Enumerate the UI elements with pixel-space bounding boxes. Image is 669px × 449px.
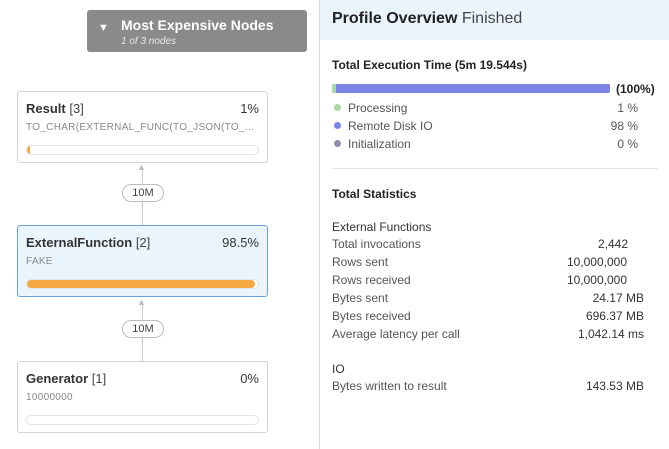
stat-label: Bytes sent [332,291,389,305]
statistics-group-title: IO [332,362,345,376]
legend-dot-icon [334,104,341,111]
node-percent: 1% [240,101,259,116]
legend-label: Initialization [348,137,411,151]
execution-time-title: Total Execution Time (5m 19.544s) [332,58,527,72]
stat-row: Bytes received 696.37 MB [332,309,658,325]
node-index: [2] [135,235,151,250]
most-expensive-nodes-button[interactable]: ▼ Most Expensive Nodes 1 of 3 nodes [87,10,307,52]
stat-row: Total invocations 2,442 [332,237,658,253]
legend-label: Remote Disk IO [348,119,433,133]
query-graph-pane[interactable]: ▼ Most Expensive Nodes 1 of 3 nodes Resu… [0,0,319,449]
statistics-group-title: External Functions [332,220,432,234]
stat-value: 10,000,000 [566,255,627,269]
stat-row: Average latency per call 1,042.14 ms [332,327,658,343]
stat-label: Average latency per call [332,327,460,341]
chevron-down-icon: ▼ [98,22,109,34]
legend-dot-icon [334,122,341,129]
section-divider [332,168,658,169]
stat-value: 24.17 MB [592,291,644,305]
stat-label: Rows received [332,273,411,287]
execution-total-percent: (100%) [616,82,655,96]
node-detail: FAKE [26,256,53,267]
legend-dot-icon [334,140,341,147]
legend-value: 98 % [610,119,638,133]
node-index: [1] [91,371,107,386]
node-progress-bar [26,279,259,289]
remote-disk-io-segment [336,84,610,93]
node-name: Generator [1] [26,371,107,386]
statistics-title: Total Statistics [332,187,417,201]
node-name: Result [3] [26,101,84,116]
edge-row-count-label[interactable]: 10M [122,184,164,202]
stat-label: Rows sent [332,255,389,269]
node-detail: TO_CHAR(EXTERNAL_FUNC(TO_JSON(TO_... [26,122,255,133]
arrow-up-icon: ▲ [137,297,146,307]
stat-value: 2,442 [597,237,628,251]
stat-value: 1,042.14 ms [577,327,644,341]
stat-value: 696.37 MB [585,309,644,323]
node-progress-bar [26,145,259,155]
arrow-up-icon: ▲ [137,162,146,172]
stat-label: Bytes written to result [332,379,447,393]
edge-row-count-label[interactable]: 10M [122,320,164,338]
query-status: Finished [461,10,523,27]
profile-header: Profile Overview Finished [320,0,669,40]
stat-row: Bytes sent 24.17 MB [332,291,658,307]
node-progress-fill [27,280,255,288]
most-expensive-nodes-count: 1 of 3 nodes [121,36,177,47]
stat-value: 10,000,000 [566,273,627,287]
node-name: ExternalFunction [2] [26,235,151,250]
node-progress-fill [27,146,30,154]
stat-label: Total invocations [332,237,421,251]
legend-row-initialization: Initialization 0 % [332,136,652,152]
node-detail: 10000000 [26,392,73,403]
profile-overview-pane: Profile Overview Finished Total Executio… [320,0,669,449]
legend-row-processing: Processing 1 % [332,100,652,116]
node-percent: 0% [240,371,259,386]
most-expensive-nodes-title: Most Expensive Nodes [121,17,274,33]
legend-row-remote-disk-io: Remote Disk IO 98 % [332,118,652,134]
operator-node-generator[interactable]: Generator [1] 0% 10000000 [17,361,268,433]
operator-node-externalfunction[interactable]: ExternalFunction [2] 98.5% FAKE [17,225,268,297]
operator-node-result[interactable]: Result [3] 1% TO_CHAR(EXTERNAL_FUNC(TO_J… [17,91,268,163]
node-progress-bar [26,415,259,425]
stat-label: Bytes received [332,309,411,323]
legend-value: 1 % [617,101,638,115]
legend-label: Processing [348,101,408,115]
node-percent: 98.5% [222,235,259,250]
legend-value: 0 % [617,137,638,151]
stat-row: Rows sent 10,000,000 [332,255,658,271]
execution-time-bar [332,84,610,93]
stat-row: Rows received 10,000,000 [332,273,658,289]
stat-value: 143.53 MB [585,379,644,393]
profile-title: Profile Overview Finished [332,10,523,27]
node-index: [3] [69,101,84,116]
stat-row: Bytes written to result 143.53 MB [332,379,658,395]
